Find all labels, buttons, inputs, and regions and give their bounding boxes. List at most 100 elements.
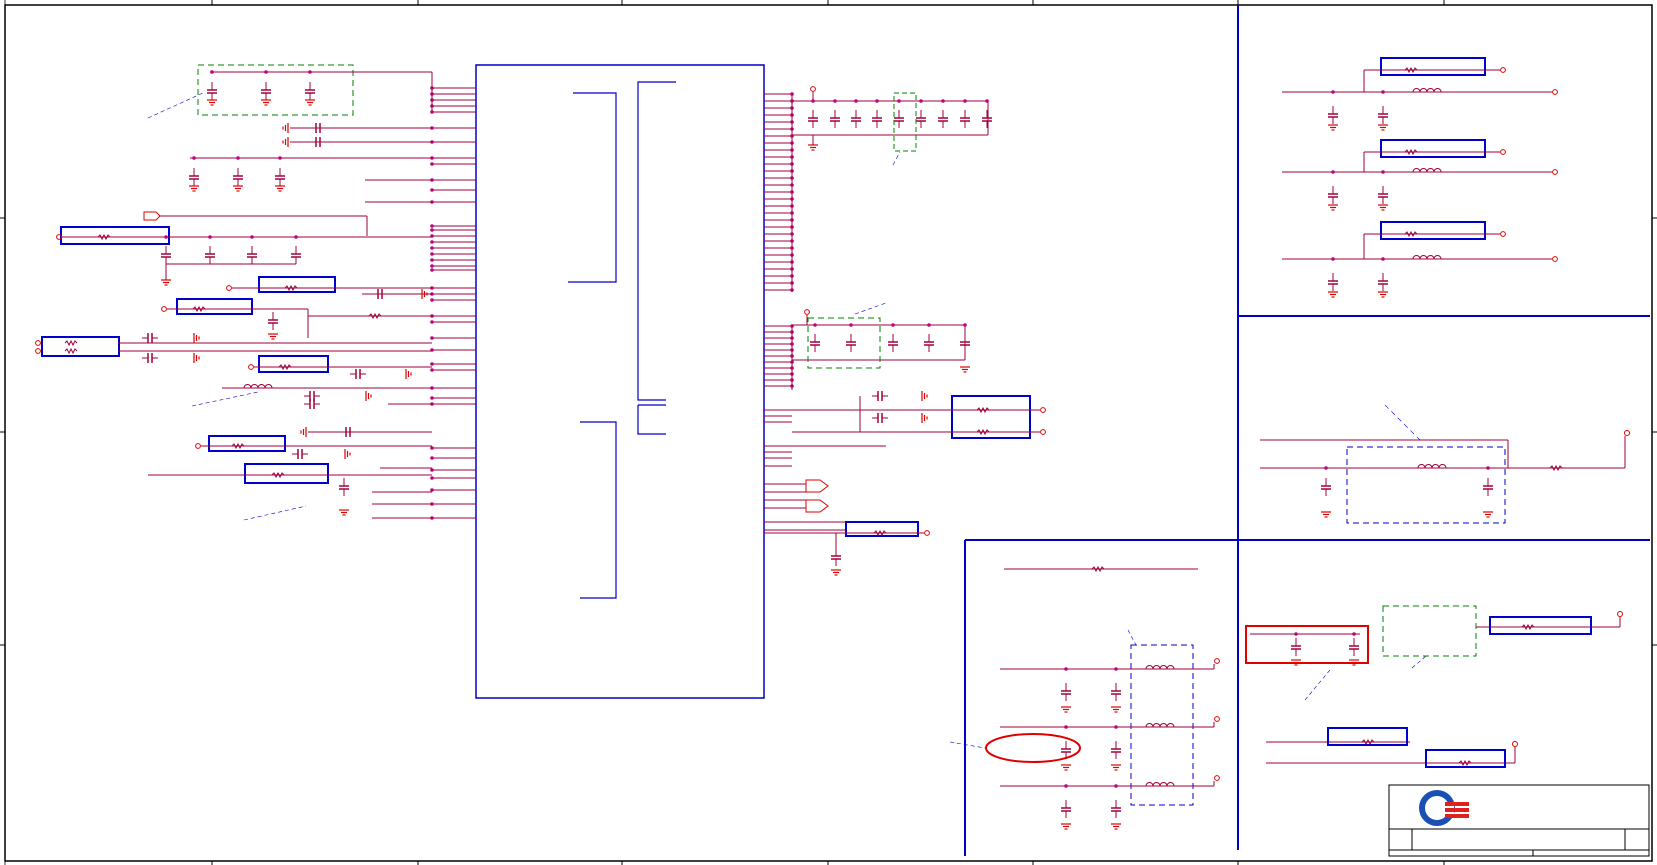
junction-dot — [430, 240, 434, 244]
junction-dot — [811, 99, 815, 103]
junction-dot — [236, 156, 240, 160]
wire — [147, 91, 206, 119]
bottom-center-lc-filters — [949, 565, 1220, 830]
port-terminal — [1500, 231, 1506, 237]
junction-dot — [1381, 170, 1385, 174]
port-terminal — [1214, 658, 1220, 664]
junction-dot — [430, 476, 434, 480]
junction-dot — [430, 268, 434, 272]
junction-dot — [210, 70, 214, 74]
outline-box — [1380, 57, 1486, 76]
junction-dot — [430, 298, 434, 302]
wire — [854, 302, 887, 315]
inductor-symbol — [1145, 723, 1175, 728]
junction-dot — [875, 99, 879, 103]
junction-dot — [430, 224, 434, 228]
junction-dot — [430, 488, 434, 492]
port-terminal — [248, 364, 254, 370]
outline-box — [258, 355, 329, 373]
main-ic-block — [475, 64, 765, 699]
offpage-connector — [805, 499, 829, 513]
port-terminal — [35, 348, 41, 354]
port-terminal — [1040, 429, 1046, 435]
junction-dot — [1331, 257, 1335, 261]
section-dividers — [964, 5, 1650, 856]
junction-dot — [430, 446, 434, 450]
port-terminal — [1500, 149, 1506, 155]
port-terminal — [35, 340, 41, 346]
junction-dot — [919, 99, 923, 103]
junction-dot — [1294, 632, 1298, 636]
port-terminal — [161, 306, 167, 312]
port-terminal — [195, 443, 201, 449]
port-terminal — [804, 309, 810, 315]
junction-dot — [1331, 90, 1335, 94]
company-logo-icon — [1419, 790, 1469, 826]
junction-dot — [430, 228, 434, 232]
junction-dot — [208, 235, 212, 239]
junction-dot — [1064, 784, 1068, 788]
outline-box — [1380, 139, 1486, 158]
schematic-canvas — [0, 0, 1657, 865]
inductor-symbol — [1417, 464, 1447, 469]
offpage-connector — [143, 211, 161, 221]
port-terminal — [1214, 716, 1220, 722]
junction-dot — [963, 99, 967, 103]
port-terminal — [810, 86, 816, 92]
junction-dot — [278, 156, 282, 160]
junction-dot — [164, 235, 168, 239]
junction-dot — [430, 162, 434, 166]
right-middle-filter — [1260, 404, 1630, 524]
junction-dot — [854, 99, 858, 103]
junction-dot — [897, 99, 901, 103]
junction-dot — [985, 99, 989, 103]
junction-dot — [430, 188, 434, 192]
ic-right-pins — [764, 92, 886, 531]
junction-dot — [1324, 466, 1328, 470]
wire — [191, 391, 259, 407]
junction-dot — [192, 156, 196, 160]
outline-box — [208, 435, 286, 452]
outline-box — [258, 276, 336, 293]
junction-dot — [1114, 667, 1118, 671]
junction-dot — [294, 235, 298, 239]
junction-dot — [1064, 667, 1068, 671]
bottom-right-passives — [1245, 605, 1623, 768]
junction-dot — [430, 456, 434, 460]
junction-dot — [430, 258, 434, 262]
inductor-symbol — [1412, 168, 1442, 173]
ic-left-pins — [430, 86, 476, 520]
junction-dot — [1381, 90, 1385, 94]
junction-dot — [833, 99, 837, 103]
junction-dot — [250, 235, 254, 239]
junction-dot — [1331, 170, 1335, 174]
port-terminal — [1552, 89, 1558, 95]
junction-dot — [1114, 725, 1118, 729]
wire — [243, 505, 307, 521]
port-terminal — [924, 530, 930, 536]
junction-dot — [941, 99, 945, 103]
schematic-sheet — [0, 0, 1657, 865]
junction-dot — [430, 362, 434, 366]
offpage-connector — [805, 479, 829, 493]
junction-dot — [963, 323, 967, 327]
junction-dot — [430, 368, 434, 372]
junction-dot — [430, 468, 434, 472]
junction-dot — [849, 323, 853, 327]
inductor-symbol — [243, 384, 273, 389]
junction-dot — [1064, 725, 1068, 729]
junction-dot — [430, 246, 434, 250]
inductor-symbol — [1412, 88, 1442, 93]
inductor-symbol — [1412, 255, 1442, 260]
junction-dot — [430, 396, 434, 400]
component-symbols — [35, 64, 1046, 576]
resistor-symbol — [64, 347, 78, 355]
junction-dot — [1114, 784, 1118, 788]
junction-dot — [430, 264, 434, 268]
port-terminal — [1552, 169, 1558, 175]
junction-dot — [430, 336, 434, 340]
outline-box — [41, 336, 120, 357]
inductor-symbol — [1145, 782, 1175, 787]
port-terminal — [1214, 775, 1220, 781]
junction-dot — [308, 70, 312, 74]
